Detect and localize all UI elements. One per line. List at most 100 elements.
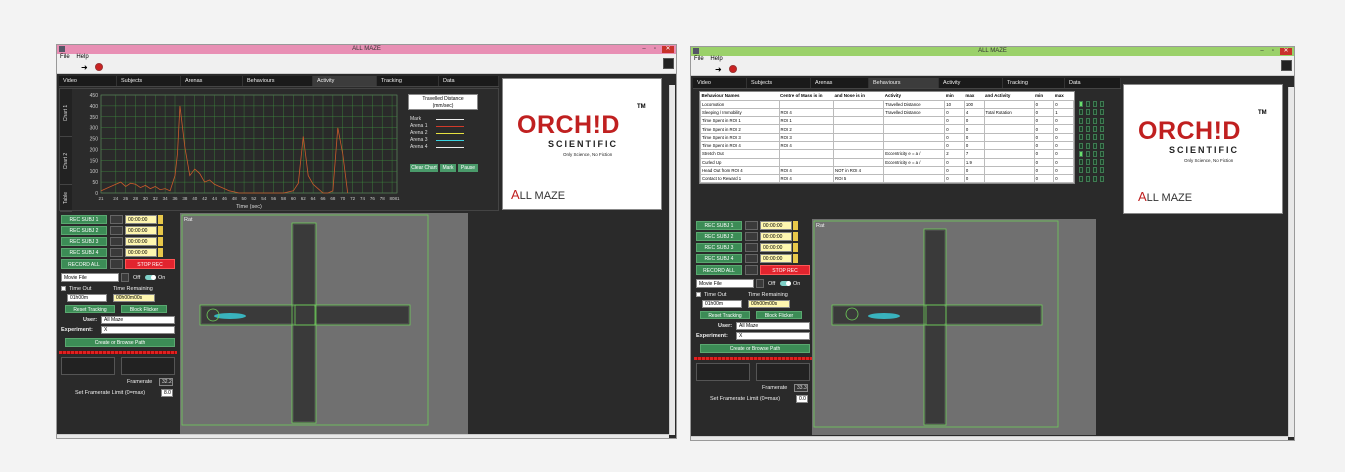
table-cell[interactable] [833, 107, 885, 118]
table-cell[interactable]: 4 [963, 107, 985, 118]
table-cell[interactable] [983, 174, 1035, 184]
subject-select-button[interactable] [110, 237, 123, 246]
create-browse-path-button[interactable]: Create or Browse Path [700, 344, 810, 353]
vertical-scrollbar[interactable] [1288, 87, 1294, 437]
table-cell[interactable] [833, 116, 885, 126]
table-cell[interactable] [833, 99, 885, 109]
arena-indicator[interactable] [1086, 175, 1090, 182]
rec-subj-3-button[interactable]: REC SUBJ 3 [696, 243, 742, 252]
table-cell[interactable] [883, 165, 946, 176]
run-arrow-icon[interactable]: ➜ [81, 63, 88, 72]
select-all-button[interactable] [745, 265, 758, 275]
horizontal-scrollbar[interactable] [57, 434, 669, 438]
table-cell[interactable]: 0 [944, 157, 965, 167]
menu-file[interactable]: File [694, 56, 704, 62]
subject-select-button[interactable] [110, 248, 123, 257]
table-cell[interactable]: 7 [963, 149, 985, 159]
thumbnail-2[interactable] [121, 357, 175, 375]
arena-indicator[interactable] [1100, 125, 1104, 132]
table-cell[interactable]: 0 [963, 124, 985, 134]
table-cell[interactable]: 0 [1053, 165, 1074, 176]
tab-table[interactable]: Table [60, 185, 72, 212]
table-cell[interactable] [833, 157, 885, 167]
vertical-scrollbar[interactable] [669, 85, 675, 435]
stop-rec-button[interactable]: STOP REC [125, 259, 175, 269]
tab-video[interactable]: Video [59, 76, 117, 86]
table-cell[interactable]: 0 [1033, 157, 1055, 167]
arena-indicator[interactable] [1086, 159, 1090, 166]
table-cell[interactable]: Travelled Distance [883, 107, 946, 118]
user-field[interactable]: All Maze [736, 322, 810, 330]
browse-source-button[interactable] [756, 279, 764, 288]
arena-indicator[interactable] [1100, 142, 1104, 149]
arena-indicator[interactable] [1100, 167, 1104, 174]
arena-indicator[interactable] [1093, 101, 1097, 107]
table-cell[interactable] [983, 165, 1035, 176]
tab-chart-1[interactable]: Chart 1 [60, 89, 72, 137]
tab-chart-2[interactable]: Chart 2 [60, 137, 72, 185]
arena-indicator[interactable] [1086, 150, 1090, 157]
subject-select-button[interactable] [745, 254, 758, 263]
table-cell[interactable]: ROI 4 [778, 140, 835, 151]
table-cell[interactable]: 10 [944, 99, 965, 109]
arena-indicator[interactable] [1086, 167, 1090, 174]
table-cell[interactable]: 0 [944, 107, 965, 118]
close-icon[interactable]: ✕ [1280, 48, 1292, 55]
arena-indicator[interactable] [1079, 134, 1083, 141]
arena-indicator[interactable] [1079, 175, 1083, 182]
arena-indicator[interactable] [1079, 150, 1083, 157]
table-cell[interactable] [983, 140, 1035, 151]
table-cell[interactable]: 0 [944, 140, 965, 151]
table-cell[interactable]: Total Rotation [983, 107, 1035, 118]
table-cell[interactable]: NOT in ROI 4 [833, 165, 885, 176]
table-cell[interactable]: ROI 3 [778, 132, 835, 143]
arena-indicator[interactable] [1079, 109, 1083, 116]
table-cell[interactable]: 2 [944, 149, 965, 159]
table-cell[interactable] [833, 132, 885, 143]
rec-subj-1-button[interactable]: REC SUBJ 1 [696, 221, 742, 230]
pause-button[interactable]: Pause [458, 164, 478, 172]
table-cell[interactable]: 0 [1053, 174, 1074, 184]
grid-view-icon[interactable] [663, 58, 674, 69]
clear-chart-button[interactable]: Clear Chart [410, 164, 438, 172]
video-feed[interactable]: Rat [812, 219, 1096, 435]
table-row[interactable]: Head Out from ROI 4 ROI 4 NOT in ROI 40000 [700, 165, 1074, 176]
table-cell[interactable]: Eccentricity e = a / [883, 149, 946, 159]
table-cell[interactable]: 0 [963, 140, 985, 151]
user-field[interactable]: All Maze [101, 316, 175, 324]
table-cell[interactable] [883, 124, 946, 134]
block-flicker-button[interactable]: Block Flicker [121, 305, 167, 313]
create-browse-path-button[interactable]: Create or Browse Path [65, 338, 175, 347]
rec-subj-1-button[interactable]: REC SUBJ 1 [61, 215, 107, 224]
subject-select-button[interactable] [110, 215, 123, 224]
table-cell[interactable] [833, 149, 885, 159]
arena-indicator[interactable] [1079, 159, 1083, 166]
tab-data[interactable]: Data [439, 76, 499, 86]
table-cell[interactable]: ROI 4 [778, 107, 835, 118]
framerate-limit-field[interactable]: 0.0 [796, 395, 808, 403]
arena-indicator[interactable] [1100, 109, 1104, 116]
table-cell[interactable] [883, 132, 946, 143]
arena-indicator[interactable] [1100, 117, 1104, 124]
arena-indicator[interactable] [1100, 150, 1104, 157]
table-cell[interactable] [833, 140, 885, 151]
record-all-button[interactable]: RECORD ALL [61, 259, 107, 269]
table-cell[interactable]: 0 [1033, 124, 1055, 134]
menu-file[interactable]: File [60, 54, 70, 60]
menu-help[interactable]: Help [76, 54, 88, 60]
tab-behaviours[interactable]: Behaviours [243, 76, 313, 86]
arena-indicator[interactable] [1100, 175, 1104, 182]
minimize-icon[interactable]: – [1258, 48, 1266, 55]
tab-tracking[interactable]: Tracking [377, 76, 439, 86]
arena-indicator[interactable] [1086, 101, 1090, 107]
thumbnail-1[interactable] [696, 363, 750, 381]
table-row[interactable]: Contact to Reward 1 ROI 4 ROI 50000 [700, 174, 1074, 184]
table-cell[interactable]: 1.9 [963, 157, 985, 167]
table-cell[interactable]: 0 [1033, 107, 1055, 118]
reset-tracking-button[interactable]: Reset Tracking [65, 305, 115, 313]
table-row[interactable]: Time Spent in ROI 1 ROI 10000 [700, 116, 1074, 126]
arena-indicator[interactable] [1079, 142, 1083, 149]
table-row[interactable]: Sleeping / Immobility ROI 4 Travelled Dist… [700, 107, 1074, 118]
table-cell[interactable]: 0 [963, 132, 985, 143]
table-cell[interactable] [983, 157, 1035, 167]
